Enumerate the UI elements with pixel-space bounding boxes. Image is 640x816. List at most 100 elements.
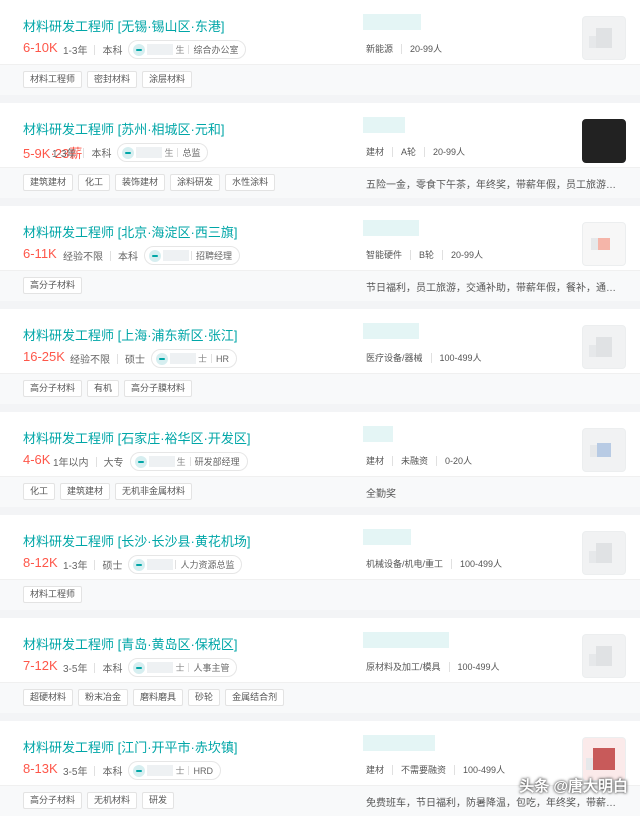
- skill-tag: 有机: [87, 380, 120, 397]
- recruiter-chip[interactable]: 生总监: [117, 143, 209, 162]
- job-card[interactable]: 材料研发工程师 [长沙·长沙县·黄花机场] 8-12K 1-3年 硕士 人力资源总监 机械…: [0, 515, 640, 610]
- job-card[interactable]: 材料研发工程师 [上海·浦东新区·张江] 16-25K 经验不限 硕士 士 HR 医疗设备/…: [0, 309, 640, 404]
- recruiter-chip[interactable]: 士 HRD: [128, 761, 221, 780]
- company-meta-item: 新能源: [366, 44, 394, 54]
- company-name-blurred[interactable]: [363, 632, 449, 648]
- job-card[interactable]: 材料研发工程师 [江门·开平市·赤坎镇] 8-13K 3-5年 本科 士 HRD 建材 不需要…: [0, 721, 640, 816]
- job-card[interactable]: 材料研发工程师 [石家庄·裕华区·开发区] 4-6K 1年以内 大专生研发部经理 建材未…: [0, 412, 640, 507]
- divider: [175, 560, 177, 569]
- divider: [188, 766, 190, 775]
- recruiter-chip[interactable]: 士 HR: [151, 349, 238, 368]
- job-title-link[interactable]: 材料研发工程师 [江门·开平市·赤坎镇]: [23, 737, 238, 756]
- education-requirement: 本科: [91, 149, 112, 160]
- job-title-link[interactable]: 材料研发工程师 [苏州·相城区·元和]: [23, 119, 225, 138]
- recruiter-name-suffix: 士: [175, 766, 185, 776]
- job-requirements: 3-5年 本科 士 HRD: [63, 761, 221, 780]
- company-meta: 新能源 20-99人: [366, 42, 442, 55]
- divider: [451, 558, 453, 569]
- company-logo[interactable]: [582, 634, 626, 678]
- company-name-blurred[interactable]: [363, 14, 421, 30]
- company-name-blurred[interactable]: [363, 735, 435, 751]
- company-name-blurred[interactable]: [363, 220, 419, 236]
- company-name-blurred[interactable]: [363, 117, 405, 133]
- skill-tag: 无机非金属材料: [115, 483, 193, 500]
- divider: [95, 456, 97, 467]
- company-benefits: 免费班车，节日福利，防暑降温，包吃，年终奖，带薪年…: [366, 798, 624, 809]
- watermark: 头条 @唐大明白: [519, 778, 628, 795]
- recruiter-chip[interactable]: 生综合办公室: [128, 40, 247, 59]
- company-logo[interactable]: [582, 531, 626, 575]
- company-meta-item: 建材: [366, 456, 385, 466]
- job-requirements: 经验不限 本科 招聘经理: [63, 246, 241, 265]
- company-logo[interactable]: [582, 222, 626, 266]
- salary-range: 8-13K: [23, 761, 58, 776]
- experience-requirement: 1年以内: [53, 458, 89, 469]
- recruiter-title: HRD: [193, 765, 213, 776]
- company-logo[interactable]: [582, 119, 626, 163]
- divider: [189, 457, 191, 466]
- job-title-link[interactable]: 材料研发工程师 [北京·海淀区·西三旗]: [23, 222, 238, 241]
- job-list: 材料研发工程师 [无锡·锡山区·东港] 6-10K 1-3年本科 生综合办公室 新能源 2…: [0, 0, 640, 816]
- skill-tag: 材料工程师: [23, 71, 83, 88]
- salary-range: 5-9K: [23, 146, 51, 161]
- company-name-blurred[interactable]: [363, 529, 411, 545]
- skill-tag: 涂层材料: [142, 71, 193, 88]
- skill-tag: 装饰建材: [115, 174, 166, 191]
- company-meta-item: 机械设备/机电/重工: [366, 559, 444, 569]
- company-meta: 医疗设备/器械 100-499人: [366, 351, 482, 364]
- job-card[interactable]: 材料研发工程师 [青岛·黄岛区·保税区] 7-12K 3-5年 本科士人事主管 原材料及…: [0, 618, 640, 713]
- company-logo[interactable]: [582, 16, 626, 60]
- job-title-link[interactable]: 材料研发工程师 [长沙·长沙县·黄花机场]: [23, 531, 251, 550]
- divider: [410, 249, 412, 260]
- salary: 8-12K: [23, 555, 58, 570]
- job-card[interactable]: 材料研发工程师 [北京·海淀区·西三旗] 6-11K 经验不限 本科 招聘经理 智能硬件 B…: [0, 206, 640, 301]
- job-card-footer: 建筑建材 化工 装饰建材 涂料研发 水性涂料 五险一金，零食下午茶，年终奖，带薪年假，员工…: [0, 167, 640, 198]
- company-benefits: 全勤奖: [366, 489, 396, 500]
- recruiter-chip[interactable]: 士人事主管: [128, 658, 238, 677]
- skill-tag: 化工: [23, 483, 56, 500]
- company-meta-item: B轮: [419, 250, 435, 260]
- company-logo[interactable]: [582, 325, 626, 369]
- job-title-link[interactable]: 材料研发工程师 [青岛·黄岛区·保税区]: [23, 634, 238, 653]
- company-meta-item: 20-99人: [410, 44, 443, 54]
- job-card[interactable]: 材料研发工程师 [无锡·锡山区·东港] 6-10K 1-3年 本科生综合办公室 新能源 2…: [0, 0, 640, 95]
- divider: [83, 147, 85, 158]
- education-requirement: 硕士: [125, 355, 145, 366]
- skill-tag: 高分子材料: [23, 277, 83, 294]
- skill-tag: 材料工程师: [23, 586, 83, 603]
- recruiter-chip[interactable]: 人力资源总监: [128, 555, 243, 574]
- company-benefits: 五险一金，零食下午茶，年终奖，带薪年假，员工旅游，…: [366, 180, 624, 191]
- company-meta-item: A轮: [401, 147, 417, 157]
- experience-requirement: 经验不限: [63, 252, 103, 263]
- recruiter-title: 招聘经理: [196, 251, 233, 261]
- divider: [188, 45, 190, 54]
- job-card-main: 材料研发工程师 [上海·浦东新区·张江] 16-25K 经验不限 硕士 士 HR 医疗设备/…: [0, 309, 640, 373]
- company-meta: 建材 不需要融资 100-499人: [366, 763, 505, 776]
- company-logo[interactable]: [582, 428, 626, 472]
- experience-requirement: 1-3年: [63, 46, 88, 57]
- company-name-blurred[interactable]: [363, 323, 419, 339]
- job-title-link[interactable]: 材料研发工程师 [无锡·锡山区·东港]: [23, 16, 225, 35]
- salary-range: 6-10K: [23, 40, 58, 55]
- recruiter-title: 总监: [182, 148, 201, 158]
- education-requirement: 本科: [118, 252, 138, 263]
- recruiter-title: 人力资源总监: [180, 560, 235, 570]
- company-name-blurred[interactable]: [363, 426, 393, 442]
- job-title-link[interactable]: 材料研发工程师 [上海·浦东新区·张江]: [23, 325, 238, 344]
- recruiter-title: HR: [216, 353, 230, 364]
- skill-tag: 金属结合剂: [225, 689, 285, 706]
- recruiter-avatar: [156, 352, 168, 365]
- job-requirements: 1年以内 大专生研发部经理: [53, 452, 248, 471]
- job-title-link[interactable]: 材料研发工程师 [石家庄·裕华区·开发区]: [23, 428, 251, 447]
- company-meta-item: 医疗设备/器械: [366, 353, 423, 363]
- job-card-main: 材料研发工程师 [苏州·相城区·元和] 5-9K·23薪 1-3年 本科生总监 建材 A轮…: [0, 103, 640, 167]
- company-meta-item: 建材: [366, 765, 385, 775]
- skill-tag: 高分子材料: [23, 792, 83, 809]
- job-card-footer: 超硬材料 粉末冶金 磨料磨具 砂轮 金属结合剂: [0, 682, 640, 713]
- salary-range: 6-11K: [23, 246, 57, 261]
- recruiter-chip[interactable]: 招聘经理: [144, 246, 241, 265]
- divider: [392, 764, 394, 775]
- company-meta-item: 20-99人: [451, 250, 484, 260]
- recruiter-chip[interactable]: 生研发部经理: [129, 452, 248, 471]
- job-card[interactable]: 材料研发工程师 [苏州·相城区·元和] 5-9K·23薪 1-3年 本科生总监 建材 A轮…: [0, 103, 640, 198]
